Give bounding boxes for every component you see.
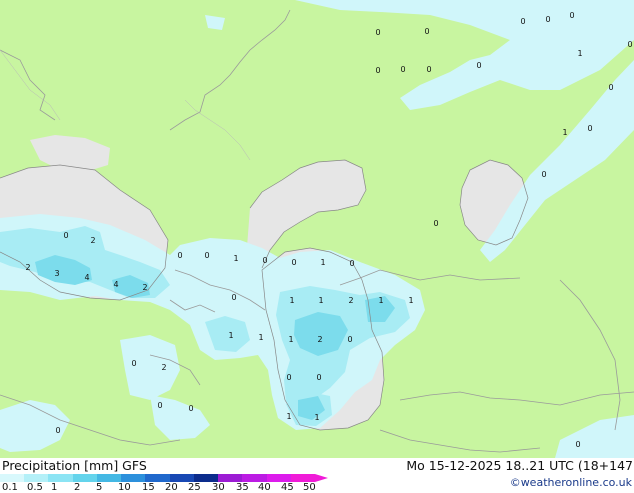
precip-value-label: 1 (258, 333, 263, 342)
legend-color-swatch (72, 474, 98, 482)
legend-color-swatch (193, 474, 219, 482)
precip-value-label: 0 (286, 373, 291, 382)
precip-value-label: 0 (433, 219, 438, 228)
precip-value-label: 0 (569, 11, 574, 20)
precip-value-label: 0 (627, 40, 632, 49)
legend-color-swatch (145, 474, 171, 482)
precip-value-label: 0 (204, 251, 209, 260)
precip-value-label: 0 (375, 28, 380, 37)
legend-label: 5 (96, 482, 103, 493)
legend-color-swatch (48, 474, 74, 482)
precip-value-label: 0 (587, 124, 592, 133)
precip-value-label: 1 (562, 128, 567, 137)
legend-color-swatch (24, 474, 49, 482)
precip-value-label: 2 (90, 236, 95, 245)
precipitation-map: 0 0 0 0 0 0 0 0 0 0 1 0 1 0 0 2 2 3 4 4 2 0 0 1 0 0 1 0 0 0 1 1 2 1 1 1 1 1 2 0… (0, 0, 634, 458)
precip-value-label: 0 (347, 335, 352, 344)
precip-value-label: 0 (426, 65, 431, 74)
chart-title-right: Mo 15-12-2025 18..21 UTC (18+147 (406, 458, 633, 473)
precip-value-label: 0 (262, 256, 267, 265)
precip-value-label: 1 (289, 296, 294, 305)
precip-value-label: 1 (318, 296, 323, 305)
precip-value-label: 2 (348, 296, 353, 305)
precip-value-label: 1 (233, 254, 238, 263)
legend-color-swatch (96, 474, 122, 482)
precip-value-label: 1 (288, 335, 293, 344)
legend-label: 0.5 (27, 482, 43, 493)
precip-value-label: 0 (63, 231, 68, 240)
chart-title-left: Precipitation [mm] GFS (2, 458, 147, 473)
precip-value-label: 0 (545, 15, 550, 24)
precip-value-label: 1 (286, 412, 291, 421)
precip-value-label: 1 (320, 258, 325, 267)
precip-value-label: 1 (314, 413, 319, 422)
legend-label: 40 (258, 482, 271, 493)
precipitation-legend (0, 474, 330, 482)
legend-color-swatch (0, 474, 25, 482)
legend-label: 1 (51, 482, 58, 493)
legend-label: 2 (74, 482, 81, 493)
legend-color-swatch (218, 474, 243, 482)
legend-color-swatch (169, 474, 195, 482)
legend-label: 20 (165, 482, 178, 493)
precip-value-label: 0 (400, 65, 405, 74)
legend-color-swatch (290, 474, 316, 482)
legend-color-swatch (266, 474, 292, 482)
precip-value-label: 4 (113, 280, 118, 289)
precip-value-label: 0 (575, 440, 580, 449)
precip-value-label: 1 (577, 49, 582, 58)
legend-arrow (315, 474, 328, 482)
precip-value-label: 2 (317, 335, 322, 344)
precip-value-label: 0 (608, 83, 613, 92)
precip-value-label: 0 (188, 404, 193, 413)
precip-value-label: 1 (408, 296, 413, 305)
precip-value-label: 0 (520, 17, 525, 26)
legend-label: 10 (118, 482, 131, 493)
legend-label: 45 (281, 482, 294, 493)
legend-label: 0.1 (2, 482, 18, 493)
precip-value-label: 0 (476, 61, 481, 70)
legend-label: 25 (188, 482, 201, 493)
legend-label: 30 (212, 482, 225, 493)
precip-value-label: 0 (316, 373, 321, 382)
precip-value-label: 0 (424, 27, 429, 36)
precip-value-label: 1 (228, 331, 233, 340)
precip-value-label: 2 (25, 263, 30, 272)
precip-value-label: 0 (349, 259, 354, 268)
precip-value-label: 4 (84, 273, 89, 282)
precip-value-label: 0 (541, 170, 546, 179)
precip-value-label: 2 (142, 283, 147, 292)
precip-value-label: 2 (161, 363, 166, 372)
precip-value-label: 0 (375, 66, 380, 75)
legend-label: 15 (142, 482, 155, 493)
precip-value-label: 1 (378, 296, 383, 305)
legend-label: 35 (236, 482, 249, 493)
precip-value-label: 0 (231, 293, 236, 302)
legend-color-swatch (242, 474, 268, 482)
precip-value-label: 0 (131, 359, 136, 368)
precip-value-label: 0 (55, 426, 60, 435)
legend-color-swatch (121, 474, 146, 482)
precip-value-label: 0 (291, 258, 296, 267)
precip-value-label: 3 (54, 269, 59, 278)
precip-value-label: 0 (157, 401, 162, 410)
legend-label: 50 (303, 482, 316, 493)
precip-value-label: 0 (177, 251, 182, 260)
copyright-text: ©weatheronline.co.uk (509, 476, 632, 489)
